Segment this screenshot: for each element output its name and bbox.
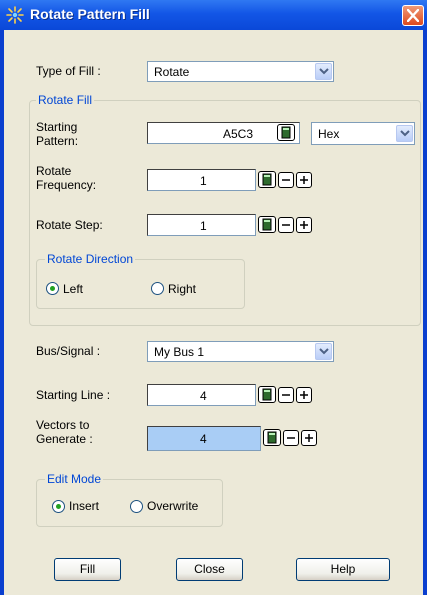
plus-icon (305, 434, 313, 442)
type-of-fill-select[interactable]: Rotate (147, 61, 334, 82)
type-of-fill-label: Type of Fill : (36, 64, 101, 78)
calculator-button[interactable] (277, 124, 295, 141)
starting-line-label: Starting Line : (36, 388, 111, 402)
minus-icon (282, 224, 290, 226)
starting-pattern-input[interactable]: A5C3 (147, 122, 300, 144)
close-icon (407, 9, 419, 22)
starting-line-value: 4 (200, 389, 207, 403)
vectors-to-generate-value: 4 (200, 432, 207, 446)
type-of-fill-value: Rotate (154, 65, 190, 79)
calculator-icon (262, 218, 272, 231)
radio-selected-dot (50, 286, 55, 291)
decrement-button[interactable] (283, 430, 299, 446)
calculator-icon (262, 173, 272, 186)
dropdown-arrow-button[interactable] (396, 125, 413, 142)
close-button[interactable]: Close (176, 558, 243, 581)
decrement-button[interactable] (278, 217, 294, 233)
rotate-step-label: Rotate Step: (36, 218, 103, 232)
dropdown-arrow-button[interactable] (315, 343, 332, 360)
rotate-step-value: 1 (200, 219, 207, 233)
pattern-base-value: Hex (318, 127, 340, 141)
decrement-button[interactable] (278, 387, 294, 403)
calculator-button[interactable] (258, 171, 276, 188)
calculator-button[interactable] (258, 386, 276, 403)
plus-icon (300, 176, 308, 184)
rotate-frequency-input[interactable]: 1 (147, 169, 256, 191)
calculator-icon (262, 388, 272, 401)
vectors-to-generate-label-1: Vectors to (36, 418, 90, 432)
dropdown-arrow-button[interactable] (315, 63, 332, 80)
starting-pattern-label-2: Pattern: (36, 134, 79, 148)
increment-button[interactable] (296, 172, 312, 188)
chevron-down-icon (319, 68, 329, 75)
vectors-to-generate-label-2: Generate : (36, 432, 93, 446)
minus-icon (282, 394, 290, 396)
minus-icon (287, 437, 295, 439)
vectors-to-generate-input[interactable]: 4 (147, 426, 261, 451)
help-button[interactable]: Help (296, 558, 390, 581)
chevron-down-icon (400, 130, 410, 137)
chevron-down-icon (319, 348, 329, 355)
plus-icon (300, 391, 308, 399)
radio-overwrite[interactable] (130, 500, 143, 513)
dialog-window: Rotate Pattern Fill Type of Fill : Rotat… (0, 0, 427, 595)
bus-signal-label: Bus/Signal : (36, 344, 101, 358)
pattern-base-select[interactable]: Hex (311, 122, 415, 145)
calculator-icon (267, 431, 277, 444)
radio-left-label[interactable]: Left (63, 282, 83, 296)
rotate-direction-group-title: Rotate Direction (45, 252, 136, 266)
increment-button[interactable] (301, 430, 317, 446)
bus-signal-select[interactable]: My Bus 1 (147, 341, 334, 362)
app-icon (6, 6, 24, 24)
rotate-frequency-label-1: Rotate (36, 164, 72, 178)
bus-signal-value: My Bus 1 (154, 345, 205, 359)
increment-button[interactable] (296, 387, 312, 403)
radio-overwrite-label[interactable]: Overwrite (147, 499, 198, 513)
title-bar[interactable]: Rotate Pattern Fill (0, 0, 427, 30)
calculator-icon (281, 126, 291, 139)
rotate-step-input[interactable]: 1 (147, 214, 256, 236)
rotate-fill-group-title: Rotate Fill (36, 93, 95, 107)
calculator-button[interactable] (258, 216, 276, 233)
radio-insert-label[interactable]: Insert (69, 499, 99, 513)
close-window-button[interactable] (402, 5, 424, 26)
radio-right[interactable] (151, 282, 164, 295)
edit-mode-group-title: Edit Mode (45, 472, 104, 486)
radio-left[interactable] (46, 282, 59, 295)
starting-pattern-value: A5C3 (223, 127, 254, 141)
plus-icon (300, 221, 308, 229)
rotate-frequency-label-2: Frequency: (36, 178, 97, 192)
calculator-button[interactable] (263, 429, 281, 446)
radio-selected-dot (56, 504, 61, 509)
decrement-button[interactable] (278, 172, 294, 188)
dialog-client-area: Type of Fill : Rotate Rotate Fill Starti… (4, 30, 423, 595)
increment-button[interactable] (296, 217, 312, 233)
minus-icon (282, 179, 290, 181)
dialog-title: Rotate Pattern Fill (30, 6, 150, 22)
radio-insert[interactable] (52, 500, 65, 513)
rotate-frequency-value: 1 (200, 174, 207, 188)
fill-button[interactable]: Fill (54, 558, 121, 581)
starting-pattern-label-1: Starting (36, 120, 78, 134)
radio-right-label[interactable]: Right (168, 282, 196, 296)
starting-line-input[interactable]: 4 (147, 384, 256, 406)
